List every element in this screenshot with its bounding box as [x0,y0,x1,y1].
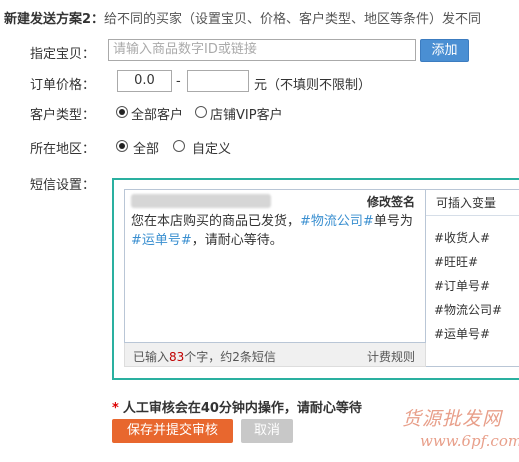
item-id-input[interactable]: 请输入商品数字ID或链接 [108,39,416,61]
plan-description: 给不同的买家（设置宝贝、价格、客户类型、地区等条件）发不同 [104,12,482,27]
watermark-url: www.6pf.com [420,432,519,450]
review-notice-text: 人工审核会在40分钟内操作，请耐心等待 [122,401,362,416]
plan-title-row: 新建发送方案2：给不同的买家（设置宝贝、价格、客户类型、地区等条件）发不同 [4,8,481,27]
watermark-title: 货源批发网 [402,408,503,430]
add-item-button[interactable]: 添加 [420,39,469,62]
region-label: 所在地区： [30,142,96,157]
customer-all-label[interactable]: 全部客户 [131,104,183,123]
review-notice: * 人工审核会在40分钟内操作，请耐心等待 [112,397,362,416]
price-min-input[interactable]: 0.0 [117,70,172,92]
cancel-button[interactable]: 取消 [241,419,293,443]
variable-panel: 可插入变量 #收货人# #旺旺# #订单号# #物流公司# #运单号# [426,189,519,367]
variable-waybill[interactable]: #运单号# [434,325,490,342]
char-count: 已输入83个字，约2条短信 [133,348,276,365]
customer-vip-label[interactable]: 店铺VIP客户 [210,104,283,123]
price-max-input[interactable] [187,70,249,92]
save-submit-button[interactable]: 保存并提交审核 [112,419,233,443]
sms-footer: 已输入83个字，约2条短信 计费规则 [124,343,426,367]
customer-vip-radio[interactable] [195,106,207,118]
customer-all-radio[interactable] [116,106,128,118]
variable-panel-title: 可插入变量 [426,190,519,216]
edit-signature-link[interactable]: 修改签名 [367,193,415,210]
char-count-prefix: 已输入 [133,350,170,364]
required-star: * [112,401,119,416]
sms-text-part: 您在本店购买的商品已发货， [131,214,301,229]
sms-variable-logistics: #物流公司# [300,214,374,229]
sms-settings-box: 修改签名 您在本店购买的商品已发货，#物流公司#单号为#运单号#，请耐心等待。 … [112,178,519,380]
sms-editor[interactable]: 修改签名 您在本店购买的商品已发货，#物流公司#单号为 #运单号#，请耐心等待。 [124,189,426,343]
char-count-number: 83 [169,350,185,364]
variable-order-no[interactable]: #订单号# [434,277,490,294]
region-custom-label[interactable]: 自定义 [192,138,231,157]
price-separator: - [176,74,181,89]
region-all-radio[interactable] [116,140,128,152]
billing-rules-link[interactable]: 计费规则 [367,348,415,365]
region-all-label[interactable]: 全部 [133,138,159,157]
plan-title: 新建发送方案2： [4,12,105,27]
char-count-suffix: 个字，约2条短信 [184,350,276,364]
sms-text-part: ，请耐心等待。 [191,233,283,248]
sms-content[interactable]: 您在本店购买的商品已发货，#物流公司#单号为 #运单号#，请耐心等待。 [131,212,417,250]
variable-wangwang[interactable]: #旺旺# [434,253,478,270]
variable-receiver[interactable]: #收货人# [434,229,490,246]
price-unit-note: 元（不填则不限制） [254,78,372,93]
variable-logistics[interactable]: #物流公司# [434,301,502,318]
region-custom-radio[interactable] [173,140,185,152]
customer-type-label: 客户类型： [30,108,96,123]
signature-blurred [131,194,271,208]
item-label: 指定宝贝： [30,47,96,62]
sms-variable-waybill: #运单号# [131,233,192,248]
sms-settings-label: 短信设置： [30,178,96,193]
price-label: 订单价格： [30,78,96,93]
sms-text-part: 单号为 [373,214,413,229]
